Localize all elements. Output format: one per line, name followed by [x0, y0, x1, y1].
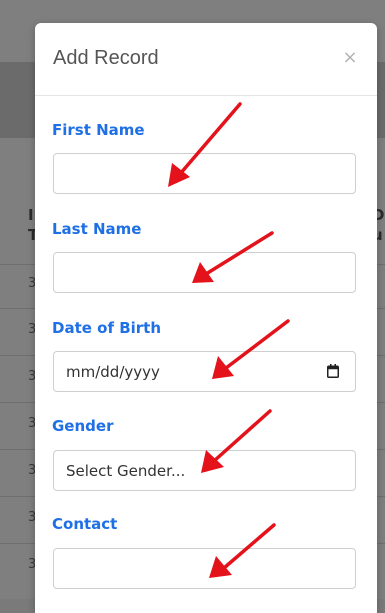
contact-label: Contact [52, 515, 118, 533]
background-header-glyph: I [28, 206, 34, 224]
close-icon[interactable]: × [341, 49, 359, 67]
first-name-label: First Name [52, 121, 145, 139]
contact-field[interactable] [53, 548, 356, 589]
add-record-modal: Add Record × First Name Last Name Date o… [35, 23, 377, 613]
first-name-field[interactable] [53, 153, 356, 194]
gender-label: Gender [52, 417, 114, 435]
last-name-field[interactable] [53, 252, 356, 293]
date-of-birth-placeholder: mm/dd/yyyy [66, 362, 160, 381]
modal-title: Add Record [53, 47, 159, 69]
calendar-icon[interactable] [327, 364, 339, 378]
gender-select[interactable]: Select Gender... [53, 450, 356, 491]
modal-header: Add Record × [35, 23, 377, 96]
date-of-birth-field[interactable]: mm/dd/yyyy [53, 351, 356, 392]
last-name-label: Last Name [52, 220, 142, 238]
date-of-birth-label: Date of Birth [52, 319, 162, 337]
